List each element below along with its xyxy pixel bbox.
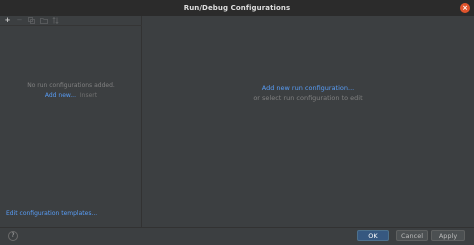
apply-button[interactable]: Apply [431, 230, 465, 241]
add-icon[interactable]: + [3, 16, 12, 25]
configuration-details-panel: Add new run configuration... or select r… [142, 16, 474, 227]
add-new-run-configuration-link[interactable]: Add new run configuration... [142, 84, 474, 92]
dialog-button-bar: ? OK Cancel Apply [0, 227, 474, 245]
help-button[interactable]: ? [8, 231, 18, 241]
configurations-tree-panel: + − No run configurations added. Add new… [0, 16, 142, 227]
add-new-row: Add new... Insert [0, 92, 142, 99]
remove-icon[interactable]: − [15, 16, 24, 25]
select-configuration-hint: or select run configuration to edit [253, 94, 363, 102]
title-bar: Run/Debug Configurations × [0, 0, 474, 16]
close-button[interactable]: × [460, 3, 470, 13]
configurations-toolbar: + − [0, 16, 142, 26]
add-new-link[interactable]: Add new... [45, 92, 76, 99]
dialog-title: Run/Debug Configurations [183, 4, 291, 12]
folder-icon[interactable] [39, 16, 48, 25]
copy-icon[interactable] [27, 16, 36, 25]
edit-configuration-templates-link[interactable]: Edit configuration templates... [6, 210, 97, 217]
cancel-button[interactable]: Cancel [396, 230, 428, 241]
add-new-shortcut: Insert [79, 92, 98, 99]
sort-icon[interactable] [51, 16, 60, 25]
ok-button[interactable]: OK [357, 230, 389, 241]
empty-state-text: No run configurations added. [27, 82, 115, 89]
run-debug-configurations-dialog: Run/Debug Configurations × + − No run co… [0, 0, 474, 245]
